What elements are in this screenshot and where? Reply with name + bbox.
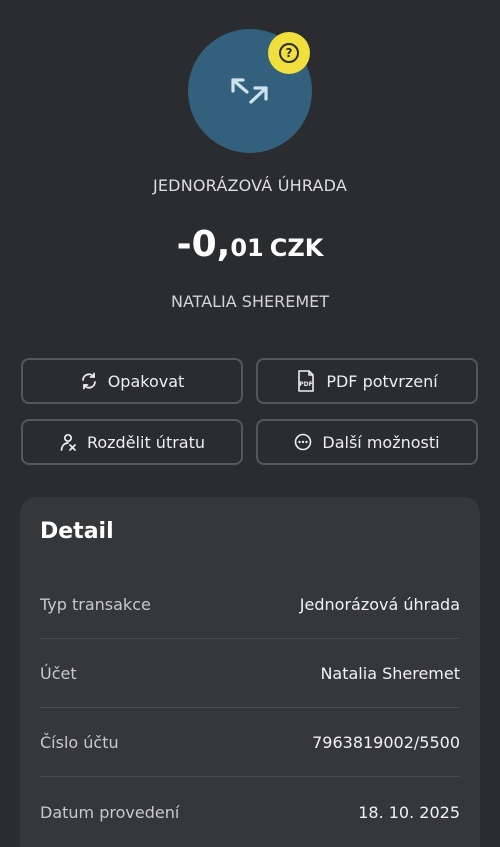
more-dots-icon <box>295 433 312 451</box>
more-options-button[interactable]: Další možnosti <box>256 419 478 465</box>
svg-text:PDF: PDF <box>300 381 313 388</box>
transfer-arrows-icon <box>231 78 268 104</box>
detail-row-value: 18. 10. 2025 <box>358 803 460 822</box>
amount-decimal: 01 <box>230 234 264 262</box>
pdf-document-icon: PDF <box>298 370 315 392</box>
detail-card: Detail Typ transakce Jednorázová úhrada … <box>20 497 480 847</box>
detail-title: Detail <box>40 519 114 544</box>
help-button[interactable]: ? <box>268 32 310 74</box>
detail-row-account-number: Číslo účtu 7963819002/5500 <box>40 708 460 777</box>
counterparty-name: NATALIA SHEREMET <box>170 292 330 311</box>
detail-row-value: Natalia Sheremet <box>320 663 460 683</box>
amount-main: -0, <box>176 224 231 265</box>
detail-row-label: Typ transakce <box>40 594 151 614</box>
split-button-label: Rozdělit útratu <box>86 432 206 452</box>
detail-row-label: Číslo účtu <box>40 732 119 752</box>
repeat-button[interactable]: Opakovat <box>21 358 243 404</box>
detail-row-value[interactable]: 7963819002/5500 <box>312 733 460 752</box>
more-button-label: Další možnosti <box>322 432 440 452</box>
transaction-type-title: JEDNORÁZOVÁ ÚHRADA <box>152 176 348 195</box>
repeat-button-label: Opakovat <box>107 371 185 391</box>
detail-row-execution-date: Datum provedení 18. 10. 2025 <box>40 778 460 847</box>
question-circle-icon: ? <box>279 43 299 63</box>
transaction-amount: -0,01 CZK <box>0 224 500 265</box>
split-expense-button[interactable]: Rozdělit útratu <box>21 419 243 465</box>
detail-row-label: Datum provedení <box>40 803 180 822</box>
detail-row-label: Účet <box>40 663 77 683</box>
detail-row-account: Účet Natalia Sheremet <box>40 639 460 708</box>
refresh-icon <box>81 372 96 390</box>
pdf-confirmation-button[interactable]: PDF PDF potvrzení <box>256 358 478 404</box>
split-people-icon <box>60 433 76 451</box>
detail-row-value: Jednorázová úhrada <box>299 594 460 614</box>
detail-row-transaction-type: Typ transakce Jednorázová úhrada <box>40 570 460 639</box>
amount-currency: CZK <box>269 234 324 262</box>
pdf-button-label: PDF potvrzení <box>326 371 438 391</box>
transaction-detail-screen: ? JEDNORÁZOVÁ ÚHRADA -0,01 CZK NATALIA SH… <box>0 0 500 847</box>
